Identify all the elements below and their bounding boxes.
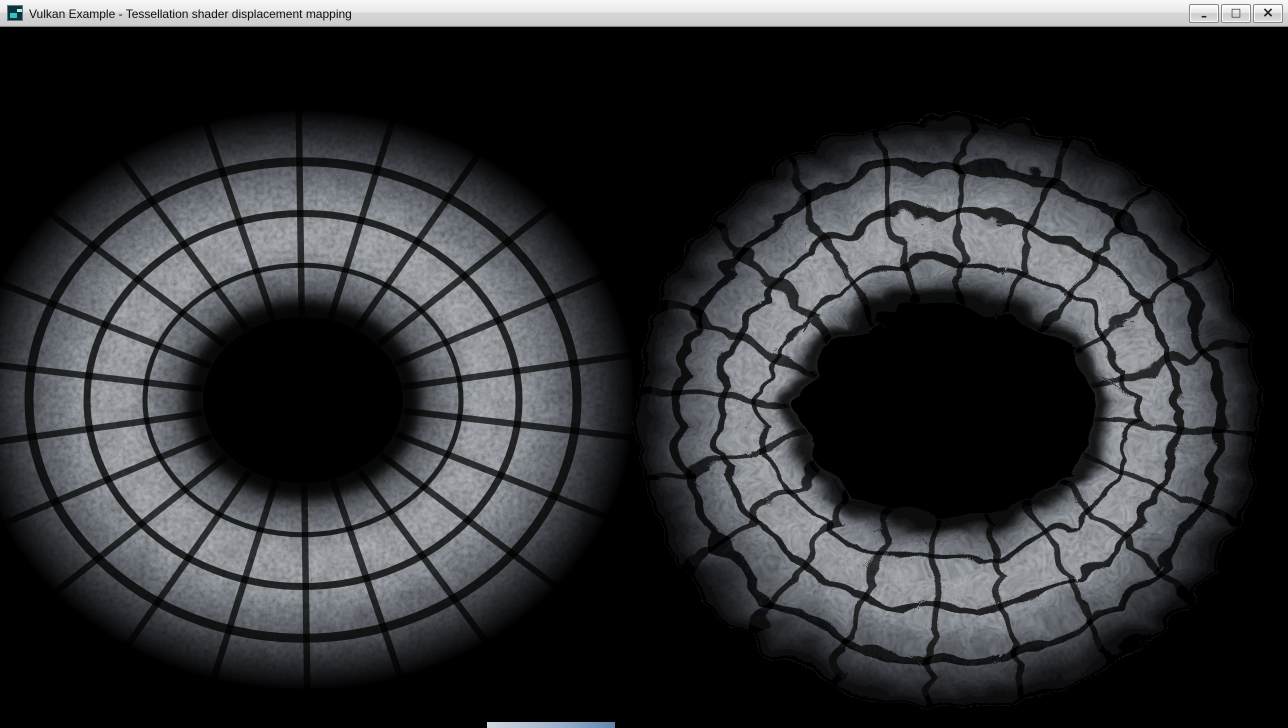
close-icon: × (1262, 6, 1274, 20)
app-window: Vulkan Example - Tessellation shader dis… (0, 0, 1288, 728)
titlebar[interactable]: Vulkan Example - Tessellation shader dis… (0, 0, 1288, 27)
minimize-icon: – (1201, 10, 1207, 22)
app-icon-glyph (10, 13, 17, 18)
window-title: Vulkan Example - Tessellation shader dis… (29, 6, 1183, 21)
maximize-icon: □ (1231, 7, 1241, 18)
render-viewport[interactable] (0, 27, 1288, 728)
close-button[interactable]: × (1253, 4, 1283, 23)
window-controls: – □ × (1189, 4, 1283, 23)
minimize-button[interactable]: – (1189, 4, 1219, 23)
desktop-artifact (487, 722, 615, 728)
render-canvas (0, 27, 1288, 728)
app-icon (7, 5, 23, 21)
maximize-button[interactable]: □ (1221, 4, 1251, 23)
